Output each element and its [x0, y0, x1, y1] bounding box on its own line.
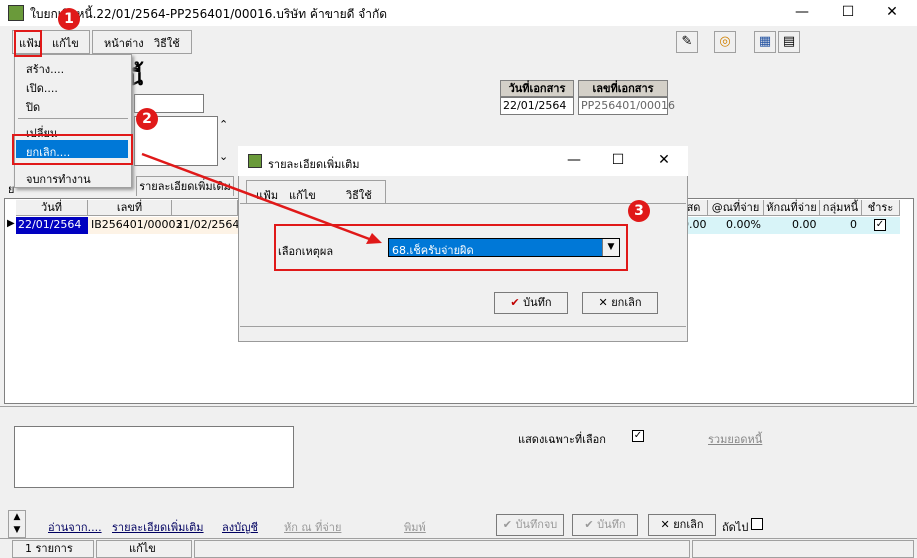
save-close-button[interactable]: ✔ บันทึกจบ	[496, 514, 564, 536]
read-from-link[interactable]: อ่านจาก....	[48, 518, 102, 536]
post-account-link[interactable]: ลงบัญชี	[222, 518, 258, 536]
scroll-stepper[interactable]: ▲ ▼	[8, 510, 26, 538]
status-mode: แก้ไข	[96, 540, 192, 558]
close-icon: ✕	[660, 518, 670, 531]
check-icon: ✔	[584, 518, 594, 531]
more-detail-link[interactable]: รายละเอียดเพิ่มเติม	[112, 518, 204, 536]
save-close-label: บันทึกจบ	[515, 518, 558, 531]
cancel-button[interactable]: ✕ ยกเลิก	[648, 514, 716, 536]
show-selected-label: แสดงเฉพาะที่เลือก	[518, 433, 606, 446]
status-count: 1 รายการ	[12, 540, 94, 558]
show-selected-checkbox[interactable]: ✓	[632, 430, 644, 442]
note-textarea[interactable]	[14, 426, 294, 488]
status-cell-3	[194, 540, 690, 558]
save-label: บันทึก	[597, 518, 626, 531]
status-cell-4	[692, 540, 914, 558]
print-link[interactable]: พิมพ์	[404, 518, 426, 536]
total-debt-link[interactable]: รวมยอดหนี้	[708, 430, 762, 448]
save-button[interactable]: ✔ บันทึก	[572, 514, 638, 536]
next-checkbox[interactable]	[751, 518, 763, 530]
next-label: ถัดไป	[722, 521, 749, 534]
cancel-label: ยกเลิก	[673, 518, 704, 531]
bottom-divider	[0, 406, 917, 407]
check-icon: ✔	[502, 518, 512, 531]
wht-link[interactable]: หัก ณ ที่จ่าย	[284, 518, 341, 536]
